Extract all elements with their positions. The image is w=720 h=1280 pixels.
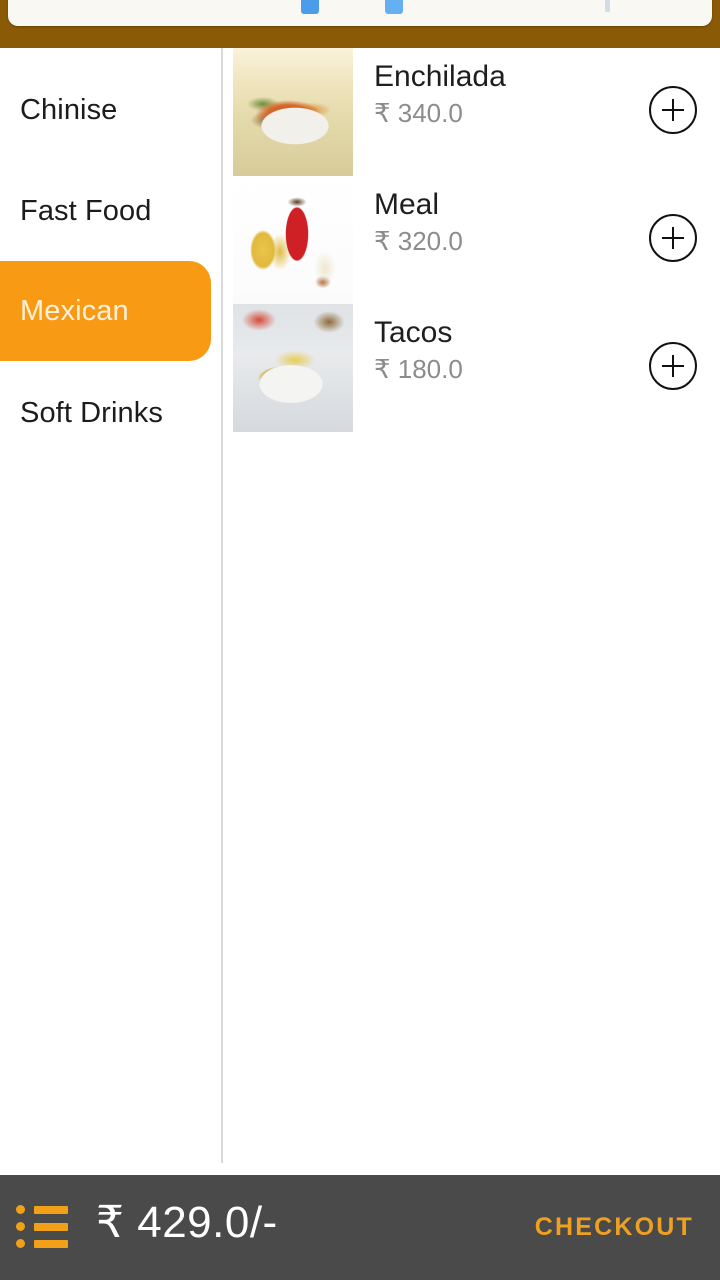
partial-dialog-card [8, 0, 712, 26]
item-text-block: Tacos ₹ 180.0 [374, 314, 624, 386]
sidebar-item-label: Mexican [20, 294, 129, 327]
dialog-icon-row [8, 0, 712, 26]
meal-photo [233, 176, 353, 304]
main-content: Chinise Fast Food Mexican Soft Drinks En… [0, 48, 720, 1175]
cart-total-amount: ₹ 429.0/- [96, 1198, 278, 1247]
item-price: ₹ 180.0 [374, 354, 463, 384]
sidebar-item-fast-food[interactable]: Fast Food [0, 161, 211, 261]
plus-circle-icon[interactable] [649, 342, 697, 390]
blue-square-icon[interactable] [301, 0, 319, 14]
item-text-block: Enchilada ₹ 340.0 [374, 58, 624, 130]
sidebar-item-label: Soft Drinks [20, 396, 163, 429]
item-name: Enchilada [374, 60, 506, 93]
item-name: Meal [374, 188, 440, 221]
list-icon-dot [16, 1222, 25, 1231]
list-icon-bar [34, 1223, 68, 1231]
checkout-button[interactable]: CHECKOUT [535, 1213, 694, 1242]
list-item[interactable]: Tacos ₹ 180.0 [223, 304, 720, 432]
app-top-strip [0, 0, 720, 48]
sidebar-item-label: Fast Food [20, 194, 152, 227]
tacos-photo [233, 304, 353, 432]
list-icon-bar [34, 1240, 68, 1248]
sidebar-item-soft-drinks[interactable]: Soft Drinks [0, 363, 211, 463]
enchilada-photo [233, 48, 353, 176]
sidebar-item-chinise[interactable]: Chinise [0, 60, 211, 160]
food-item-list: Enchilada ₹ 340.0 Meal ₹ 320.0 Tacos ₹ 1… [223, 48, 720, 1163]
list-item[interactable]: Enchilada ₹ 340.0 [223, 48, 720, 176]
category-sidebar: Chinise Fast Food Mexican Soft Drinks [0, 48, 221, 1163]
list-icon-dot [16, 1205, 25, 1214]
plus-circle-icon[interactable] [649, 214, 697, 262]
sidebar-item-label: Chinise [20, 93, 118, 126]
list-icon[interactable] [16, 1203, 68, 1251]
list-icon-dot [16, 1239, 25, 1248]
list-item[interactable]: Meal ₹ 320.0 [223, 176, 720, 304]
plus-circle-icon[interactable] [649, 86, 697, 134]
item-price: ₹ 340.0 [374, 98, 463, 128]
item-price: ₹ 320.0 [374, 226, 463, 256]
sidebar-item-mexican[interactable]: Mexican [0, 261, 211, 361]
scrollbar-handle-icon[interactable] [605, 0, 610, 12]
item-name: Tacos [374, 316, 453, 349]
blue-square-icon[interactable] [385, 0, 403, 14]
list-icon-bar [34, 1206, 68, 1214]
item-text-block: Meal ₹ 320.0 [374, 186, 624, 258]
